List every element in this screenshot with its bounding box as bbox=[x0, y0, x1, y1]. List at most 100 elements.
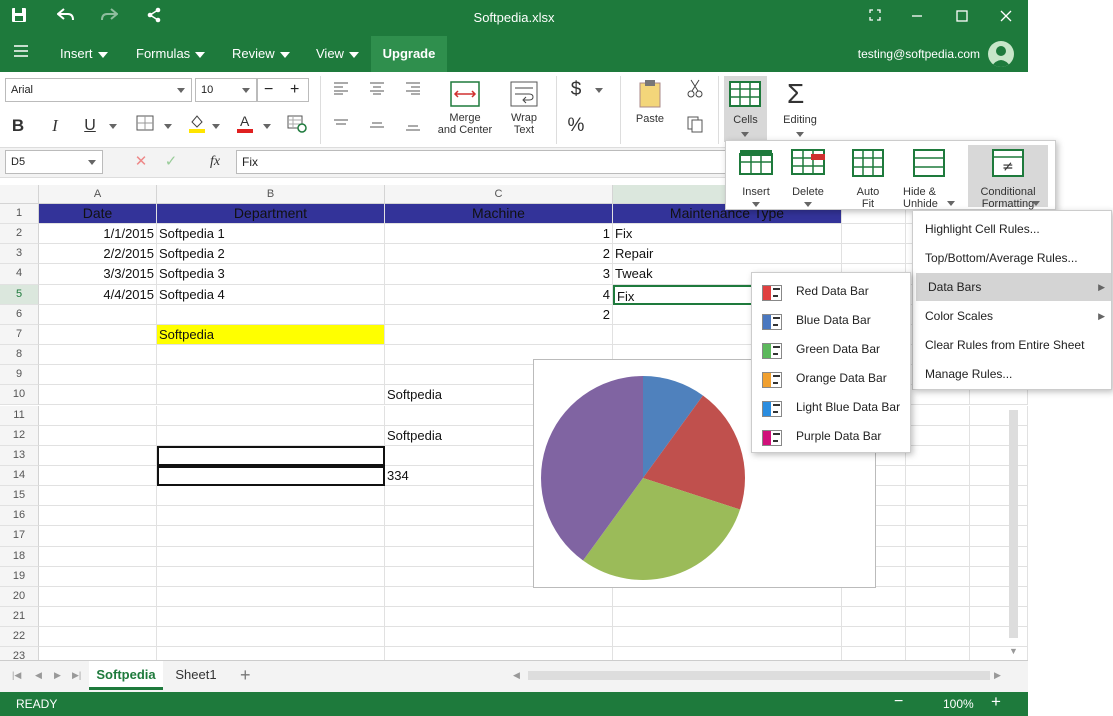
function-icon[interactable]: fx bbox=[204, 151, 226, 173]
grid-cell[interactable] bbox=[842, 607, 906, 628]
grid-cell[interactable]: 2 bbox=[385, 304, 613, 325]
select-all-corner[interactable] bbox=[0, 185, 39, 204]
wrap-text-label[interactable]: Wrap Text bbox=[500, 112, 548, 136]
grid-cell[interactable] bbox=[157, 465, 385, 487]
font-size-stepper[interactable]: − + bbox=[257, 78, 309, 102]
grid-cell[interactable]: 1 bbox=[385, 224, 613, 245]
grid-cell[interactable] bbox=[39, 506, 157, 527]
grid-cell[interactable] bbox=[157, 546, 385, 567]
autofit-button[interactable]: Auto Fit bbox=[842, 145, 894, 210]
row-header[interactable]: 7 bbox=[0, 324, 39, 346]
grid-cell[interactable] bbox=[970, 425, 1028, 446]
row-header[interactable]: 10 bbox=[0, 385, 39, 406]
italic-icon[interactable]: I bbox=[44, 115, 66, 137]
grid-cell[interactable] bbox=[157, 486, 385, 507]
menu-color-scales[interactable]: Color Scales ▶ bbox=[913, 302, 1111, 330]
row-header[interactable]: 8 bbox=[0, 345, 39, 366]
cell-reference-box[interactable]: D5 bbox=[5, 150, 103, 174]
grid-cell[interactable] bbox=[39, 405, 157, 426]
grid-cell[interactable] bbox=[970, 506, 1028, 527]
scroll-left-icon[interactable]: ◀ bbox=[513, 670, 520, 681]
header-cell[interactable]: Date bbox=[39, 204, 157, 225]
align-middle-icon[interactable] bbox=[366, 117, 388, 139]
grid-cell[interactable]: 2 bbox=[385, 244, 613, 265]
grid-cell[interactable]: Softpedia 4 bbox=[157, 284, 385, 305]
grid-cell[interactable] bbox=[906, 445, 970, 466]
column-header[interactable]: A bbox=[39, 185, 157, 204]
first-sheet-icon[interactable]: |◀ bbox=[12, 670, 21, 681]
upgrade-button[interactable]: Upgrade bbox=[371, 36, 447, 72]
merge-center-icon[interactable] bbox=[450, 80, 480, 108]
grid-cell[interactable]: Fix bbox=[613, 224, 842, 245]
data-bar-option[interactable]: Purple Data Bar bbox=[752, 422, 910, 451]
row-header[interactable]: 23 bbox=[0, 647, 39, 660]
grid-cell[interactable] bbox=[906, 526, 970, 547]
grid-cell[interactable]: 4 bbox=[385, 284, 613, 305]
grid-cell[interactable] bbox=[906, 405, 970, 426]
grid-cell[interactable] bbox=[39, 365, 157, 386]
copy-icon[interactable] bbox=[684, 115, 706, 137]
insert-cells-button[interactable]: Insert bbox=[730, 145, 782, 207]
minimize-icon[interactable] bbox=[906, 7, 928, 29]
grid-cell[interactable] bbox=[970, 607, 1028, 628]
font-color-icon[interactable]: A bbox=[234, 113, 256, 135]
hamburger-menu-icon[interactable] bbox=[10, 43, 32, 65]
row-header[interactable]: 1 bbox=[0, 204, 39, 225]
menu-highlight-cell-rules[interactable]: Highlight Cell Rules... bbox=[913, 215, 1111, 243]
grid-cell[interactable] bbox=[39, 385, 157, 406]
grid-cell[interactable] bbox=[970, 546, 1028, 567]
column-header[interactable]: B bbox=[157, 185, 385, 204]
grid-cell[interactable] bbox=[842, 627, 906, 648]
wrap-text-icon[interactable] bbox=[509, 80, 539, 108]
grid-cell[interactable] bbox=[39, 627, 157, 648]
grid-cell[interactable] bbox=[842, 586, 906, 607]
grid-cell[interactable] bbox=[39, 465, 157, 487]
grid-cell[interactable] bbox=[157, 586, 385, 607]
row-header[interactable]: 19 bbox=[0, 566, 39, 587]
grid-cell[interactable] bbox=[906, 647, 970, 660]
grid-cell[interactable] bbox=[970, 647, 1028, 660]
grid-cell[interactable] bbox=[906, 566, 970, 587]
grid-cell[interactable]: 1/1/2015 bbox=[39, 224, 157, 245]
grid-cell[interactable] bbox=[157, 627, 385, 648]
borders-icon[interactable] bbox=[134, 115, 156, 137]
grid-cell[interactable] bbox=[906, 465, 970, 487]
currency-icon[interactable]: $ bbox=[565, 79, 587, 101]
grid-cell[interactable] bbox=[970, 465, 1028, 487]
grid-cell[interactable] bbox=[385, 607, 613, 628]
grid-cell[interactable] bbox=[39, 304, 157, 325]
formula-input[interactable]: Fix bbox=[236, 150, 726, 174]
grid-cell[interactable] bbox=[157, 385, 385, 406]
data-bar-option[interactable]: Green Data Bar bbox=[752, 335, 910, 364]
grid-cell[interactable] bbox=[157, 405, 385, 426]
cells-button[interactable]: Cells bbox=[724, 76, 767, 142]
grid-cell[interactable] bbox=[613, 607, 842, 628]
grid-cell[interactable] bbox=[906, 486, 970, 507]
grid-cell[interactable] bbox=[39, 445, 157, 466]
grid-cell[interactable] bbox=[39, 586, 157, 607]
menu-review[interactable]: Review bbox=[222, 36, 300, 72]
row-header[interactable]: 12 bbox=[0, 425, 39, 446]
grid-cell[interactable]: Softpedia 3 bbox=[157, 264, 385, 285]
zoom-level[interactable]: 100% bbox=[943, 697, 974, 711]
merge-center-label[interactable]: Merge and Center bbox=[433, 112, 497, 136]
conditional-formatting-button[interactable]: ≠ Conditional Formatting bbox=[968, 145, 1048, 210]
row-header[interactable]: 17 bbox=[0, 526, 39, 547]
grid-cell[interactable] bbox=[385, 627, 613, 648]
menu-insert[interactable]: Insert bbox=[50, 36, 118, 72]
menu-view[interactable]: View bbox=[306, 36, 369, 72]
horizontal-scrollbar[interactable] bbox=[528, 671, 990, 680]
chevron-down-icon[interactable] bbox=[164, 124, 172, 129]
grid-cell[interactable]: Repair bbox=[613, 244, 842, 265]
row-header[interactable]: 16 bbox=[0, 506, 39, 527]
hide-unhide-button[interactable]: Hide & Unhide bbox=[901, 145, 959, 210]
grid-cell[interactable]: Softpedia 1 bbox=[157, 224, 385, 245]
row-header[interactable]: 20 bbox=[0, 586, 39, 607]
row-header[interactable]: 4 bbox=[0, 264, 39, 285]
chevron-down-icon[interactable] bbox=[263, 124, 271, 129]
grid-cell[interactable] bbox=[385, 586, 613, 607]
menu-clear-rules[interactable]: Clear Rules from Entire Sheet bbox=[913, 331, 1111, 359]
delete-cells-button[interactable]: Delete bbox=[782, 145, 834, 207]
grid-cell[interactable] bbox=[157, 425, 385, 446]
menu-top-bottom-rules[interactable]: Top/Bottom/Average Rules... bbox=[913, 244, 1111, 272]
